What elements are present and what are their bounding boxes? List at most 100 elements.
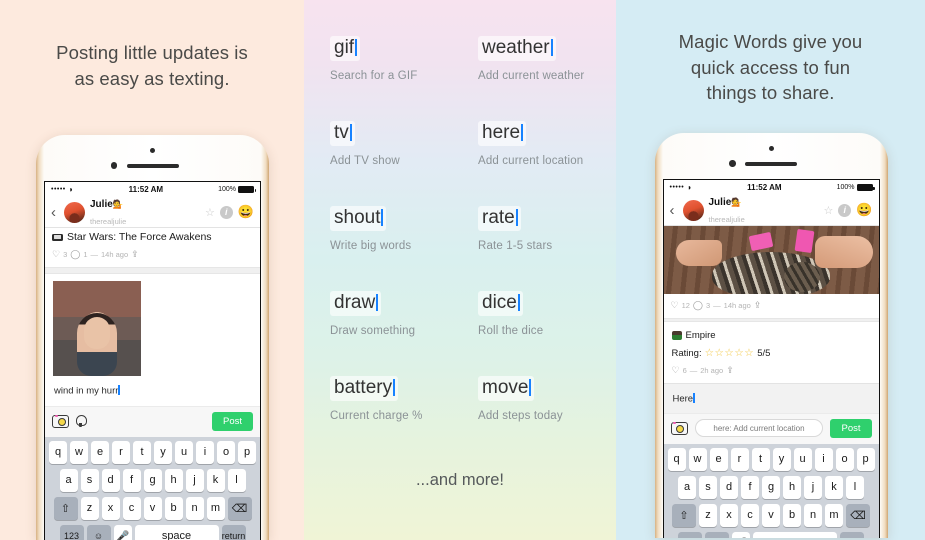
key-m[interactable]: m <box>206 496 225 520</box>
key-s[interactable]: s <box>80 468 99 492</box>
key-p[interactable]: p <box>238 440 256 464</box>
post-button[interactable]: Post <box>830 418 872 438</box>
key-z[interactable]: z <box>699 503 717 527</box>
magic-word-tv[interactable]: tv Add TV show <box>304 121 460 206</box>
mic-key[interactable]: 🎤 <box>113 524 132 540</box>
back-button[interactable]: ‹ <box>670 202 682 219</box>
info-icon[interactable]: i <box>838 203 852 217</box>
key-o[interactable]: o <box>835 447 854 471</box>
key-c[interactable]: c <box>122 496 141 520</box>
key-r[interactable]: r <box>112 440 130 464</box>
composer-caption[interactable]: wind in my hurr <box>45 376 260 397</box>
comment-icon[interactable]: ◯ <box>693 300 703 311</box>
key-o[interactable]: o <box>217 440 235 464</box>
magic-word-gif[interactable]: gif Search for a GIF <box>304 36 460 121</box>
emoji-face-icon[interactable]: 😀 <box>856 202 872 218</box>
magic-word-move[interactable]: move Add steps today <box>460 376 616 461</box>
key-j[interactable]: j <box>185 468 204 492</box>
key-r[interactable]: r <box>730 447 749 471</box>
return-key[interactable]: return <box>840 531 864 538</box>
key-a[interactable]: a <box>59 468 78 492</box>
key-v[interactable]: v <box>762 503 780 527</box>
key-x[interactable]: x <box>101 496 120 520</box>
key-y[interactable]: y <box>154 440 172 464</box>
key-k[interactable]: k <box>206 468 225 492</box>
key-u[interactable]: u <box>175 440 193 464</box>
key-e[interactable]: e <box>709 447 728 471</box>
key-i[interactable]: i <box>814 447 833 471</box>
share-icon[interactable]: ⇪ <box>131 249 139 260</box>
key-n[interactable]: n <box>804 503 822 527</box>
key-j[interactable]: j <box>804 475 822 499</box>
emoji-face-icon[interactable]: 😀 <box>238 204 254 220</box>
key-w[interactable]: w <box>688 447 707 471</box>
lightbulb-icon[interactable] <box>76 415 87 427</box>
composer-input-right[interactable]: Here <box>663 383 879 413</box>
key-f[interactable]: f <box>122 468 141 492</box>
back-button[interactable]: ‹ <box>51 204 63 221</box>
avatar[interactable] <box>64 201 85 223</box>
key-g[interactable]: g <box>762 475 780 499</box>
key-p[interactable]: p <box>856 447 875 471</box>
key-b[interactable]: b <box>164 496 183 520</box>
post-button[interactable]: Post <box>211 411 253 431</box>
camera-icon[interactable] <box>670 421 688 435</box>
magic-word-shout[interactable]: shout Write big words <box>304 206 460 291</box>
post-photo-cat[interactable] <box>663 226 879 294</box>
space-key[interactable]: space <box>134 524 219 540</box>
key-l[interactable]: l <box>227 468 246 492</box>
key-b[interactable]: b <box>783 503 801 527</box>
magic-word-rate[interactable]: rate Rate 1-5 stars <box>460 206 616 291</box>
key-a[interactable]: a <box>678 475 696 499</box>
key-e[interactable]: e <box>91 440 109 464</box>
emoji-key[interactable]: ☺ <box>86 524 111 540</box>
key-m[interactable]: m <box>825 503 843 527</box>
shift-key[interactable]: ⇧ <box>672 503 696 527</box>
heart-icon[interactable]: ♡ <box>671 300 679 311</box>
key-d[interactable]: d <box>101 468 120 492</box>
location-suggestion-field[interactable]: here: Add current location <box>694 419 824 437</box>
emoji-key[interactable]: ☺ <box>705 531 729 538</box>
key-n[interactable]: n <box>185 496 204 520</box>
avatar[interactable] <box>682 199 704 221</box>
key-w[interactable]: w <box>70 440 88 464</box>
magic-word-weather[interactable]: weather Add current weather <box>460 36 616 121</box>
star-icon[interactable]: ☆ <box>205 206 215 219</box>
key-z[interactable]: z <box>80 496 99 520</box>
key-c[interactable]: c <box>741 503 759 527</box>
delete-key[interactable]: ⌫ <box>846 503 870 527</box>
post-photo-selfie[interactable] <box>53 281 141 376</box>
key-q[interactable]: q <box>667 447 686 471</box>
key-t[interactable]: t <box>751 447 770 471</box>
magic-word-draw[interactable]: draw Draw something <box>304 291 460 376</box>
magic-word-dice[interactable]: dice Roll the dice <box>460 291 616 376</box>
delete-key[interactable]: ⌫ <box>227 496 252 520</box>
key-u[interactable]: u <box>793 447 812 471</box>
key-k[interactable]: k <box>825 475 843 499</box>
key-y[interactable]: y <box>772 447 791 471</box>
heart-icon[interactable]: ♡ <box>52 249 60 260</box>
key-h[interactable]: h <box>783 475 801 499</box>
star-icon[interactable]: ☆ <box>823 204 833 217</box>
mic-key[interactable]: 🎤 <box>732 531 750 538</box>
info-icon[interactable]: i <box>219 205 233 219</box>
space-key[interactable]: space <box>753 531 837 538</box>
comment-icon[interactable]: ◯ <box>70 249 80 260</box>
key-d[interactable]: d <box>720 475 738 499</box>
shift-key[interactable]: ⇧ <box>53 496 78 520</box>
key-v[interactable]: v <box>143 496 162 520</box>
key-f[interactable]: f <box>741 475 759 499</box>
camera-icon[interactable] <box>52 414 69 428</box>
share-icon[interactable]: ⇪ <box>754 300 762 311</box>
numbers-key[interactable]: 123 <box>59 524 84 540</box>
key-g[interactable]: g <box>143 468 162 492</box>
heart-icon[interactable]: ♡ <box>672 365 680 376</box>
numbers-key[interactable]: 123 <box>678 531 702 538</box>
magic-word-here[interactable]: here Add current location <box>460 121 616 206</box>
key-l[interactable]: l <box>846 475 864 499</box>
key-t[interactable]: t <box>133 440 151 464</box>
return-key[interactable]: return <box>221 524 246 540</box>
share-icon[interactable]: ⇪ <box>726 365 734 376</box>
key-q[interactable]: q <box>49 440 67 464</box>
key-i[interactable]: i <box>196 440 214 464</box>
